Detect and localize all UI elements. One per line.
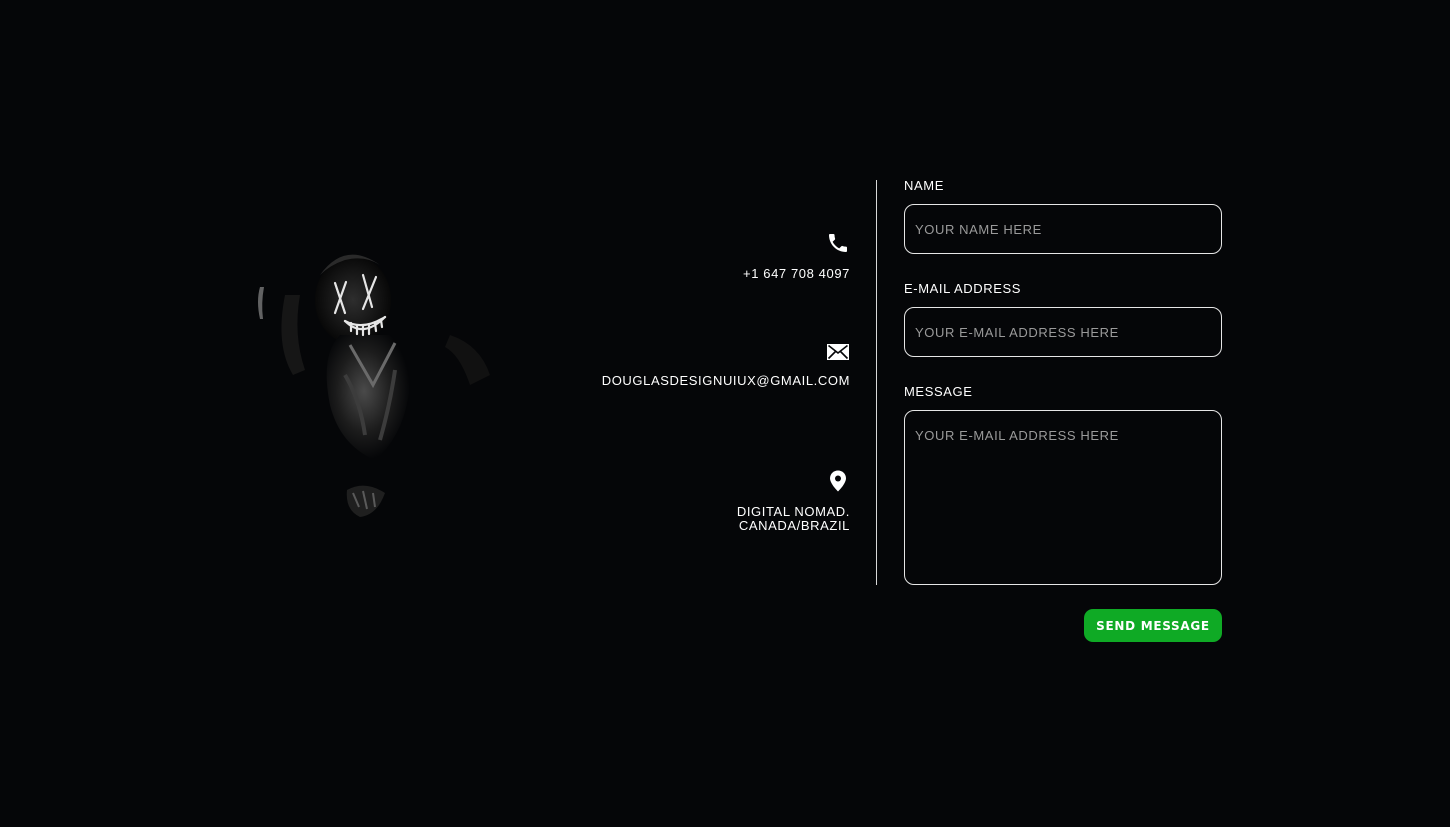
name-label: NAME xyxy=(904,178,944,193)
phone-icon xyxy=(826,231,850,255)
contact-location: DIGITAL NOMAD. CANADA/BRAZIL xyxy=(737,469,850,533)
email-input[interactable] xyxy=(904,307,1222,357)
name-input[interactable] xyxy=(904,204,1222,254)
location-line-1: DIGITAL NOMAD. xyxy=(736,504,850,519)
email-label: E-MAIL ADDRESS xyxy=(904,281,1022,296)
message-textarea[interactable] xyxy=(904,410,1222,585)
map-pin-icon xyxy=(826,469,850,493)
phone-number-link[interactable]: +1 647 708 4097 xyxy=(743,267,850,281)
vertical-divider xyxy=(876,180,877,585)
envelope-icon xyxy=(826,340,850,364)
contact-phone: +1 647 708 4097 xyxy=(743,231,850,281)
location-line-2: CANADA/BRAZIL xyxy=(738,518,850,533)
contact-email: DOUGLASDESIGNUIUX@GMAIL.COM xyxy=(602,340,850,388)
send-message-button[interactable]: SEND MESSAGE xyxy=(1084,609,1222,642)
portrait-image xyxy=(245,235,515,535)
message-label: MESSAGE xyxy=(904,384,973,399)
email-address-link[interactable]: DOUGLASDESIGNUIUX@GMAIL.COM xyxy=(602,374,850,388)
